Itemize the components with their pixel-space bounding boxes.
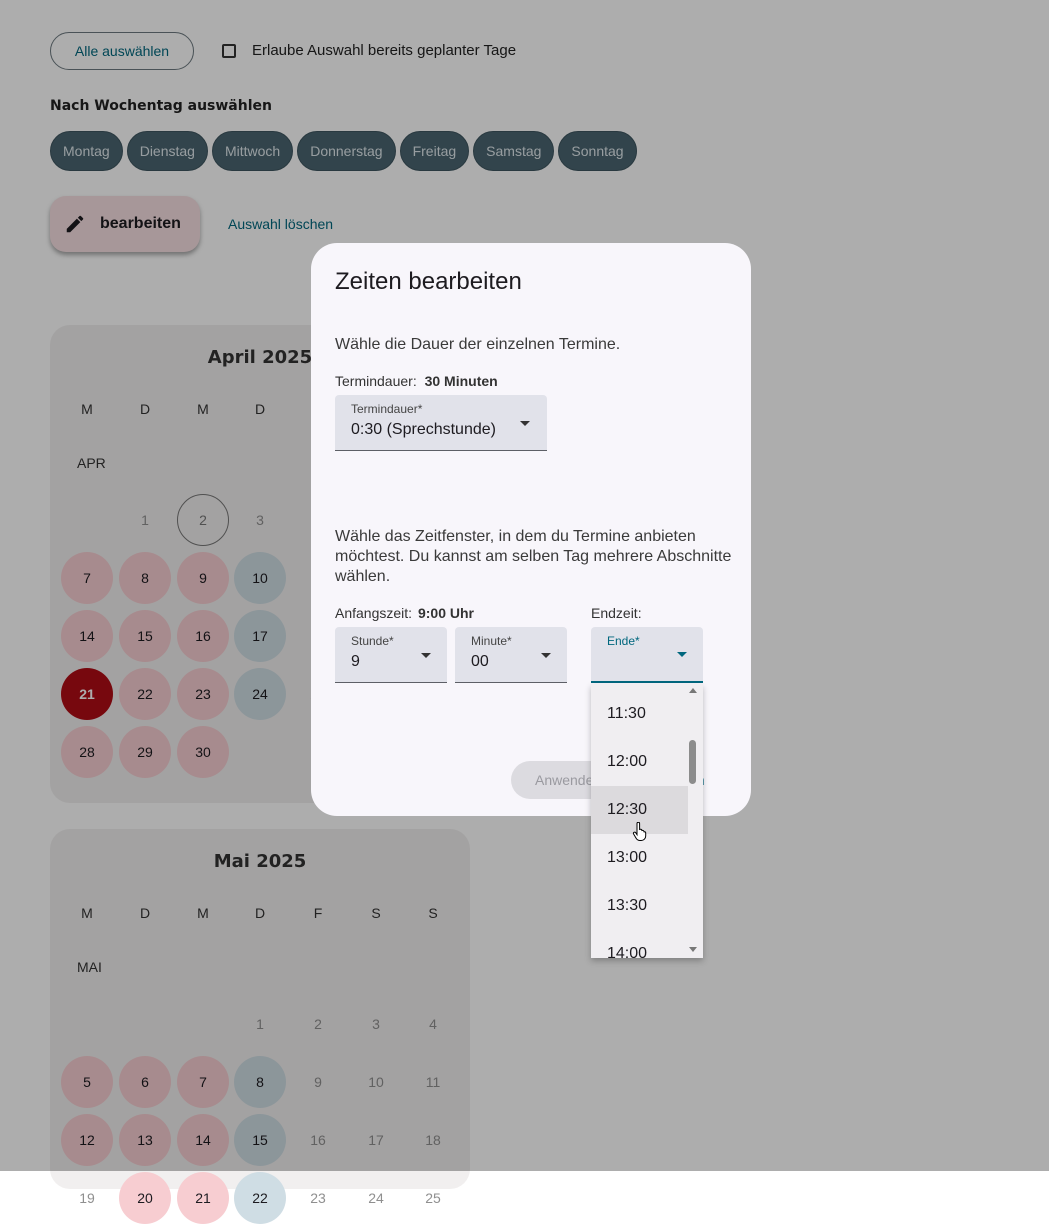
start-summary: Anfangszeit: 9:00 Uhr <box>335 605 474 621</box>
listbox-scrollbar[interactable] <box>688 684 703 958</box>
calendar-day[interactable]: 21 <box>177 1172 229 1224</box>
end-option[interactable]: 13:30 <box>591 882 688 930</box>
start-summary-label: Anfangszeit: <box>335 605 413 621</box>
end-select[interactable]: Ende* <box>591 627 703 683</box>
end-summary-label: Endzeit: <box>591 605 642 621</box>
duration-summary-label: Termindauer: <box>335 373 417 389</box>
start-summary-value: 9:00 Uhr <box>417 605 474 621</box>
duration-select-value: 0:30 (Sprechstunde) <box>351 421 496 438</box>
calendar-day[interactable]: 24 <box>350 1172 402 1224</box>
calendar-day[interactable]: 22 <box>234 1172 286 1224</box>
duration-summary: Termindauer: 30 Minuten <box>335 373 498 389</box>
duration-select-label: Termindauer* <box>351 402 423 416</box>
dropdown-arrow-icon <box>421 653 431 658</box>
end-option[interactable]: 14:00 <box>591 930 688 958</box>
duration-select[interactable]: Termindauer* 0:30 (Sprechstunde) <box>335 395 547 451</box>
window-intro: Wähle das Zeitfenster, in dem du Termine… <box>335 528 732 585</box>
minute-select-label: Minute* <box>471 634 512 648</box>
dropdown-arrow-icon <box>520 421 530 426</box>
page: Alle auswählen Erlaube Auswahl bereits g… <box>0 0 1049 1224</box>
calendar-day[interactable]: 25 <box>407 1172 459 1224</box>
end-option[interactable]: 11:30 <box>591 690 688 738</box>
dropdown-arrow-icon <box>677 652 687 657</box>
end-option[interactable]: 12:00 <box>591 738 688 786</box>
duration-intro: Wähle die Dauer der einzelnen Termine. <box>335 336 621 353</box>
end-select-label: Ende* <box>607 634 640 648</box>
scroll-down-icon[interactable] <box>689 947 697 952</box>
dialog-title: Zeiten bearbeiten <box>335 268 522 295</box>
hour-select-value: 9 <box>351 653 360 670</box>
scrollbar-thumb[interactable] <box>689 740 696 784</box>
duration-summary-value: 30 Minuten <box>424 373 498 389</box>
scroll-up-icon[interactable] <box>689 688 697 693</box>
hour-select-label: Stunde* <box>351 634 394 648</box>
dropdown-arrow-icon <box>541 653 551 658</box>
minute-select-value: 00 <box>471 653 489 670</box>
hand-cursor-icon <box>632 822 647 841</box>
end-time-listbox[interactable]: 11:30 12:00 12:30 13:00 13:30 14:00 <box>591 684 703 958</box>
calendar-day[interactable]: 23 <box>292 1172 344 1224</box>
calendar-day[interactable]: 19 <box>61 1172 113 1224</box>
minute-select[interactable]: Minute* 00 <box>455 627 567 683</box>
hour-select[interactable]: Stunde* 9 <box>335 627 447 683</box>
calendar-day[interactable]: 20 <box>119 1172 171 1224</box>
